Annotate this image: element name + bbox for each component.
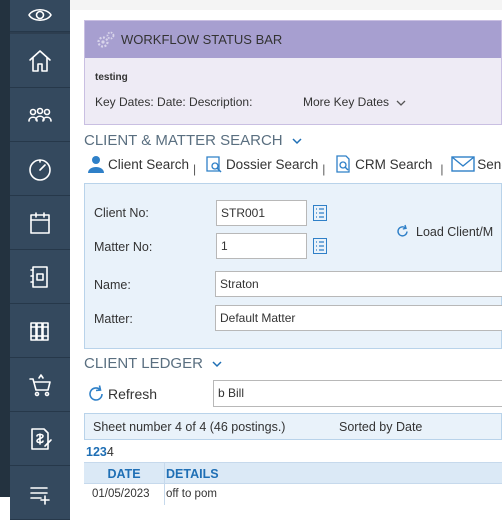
matter-no-label: Matter No: xyxy=(94,240,153,254)
client-search-label: Client Search xyxy=(108,156,190,172)
cart-icon xyxy=(29,373,51,396)
sidebar-item-home[interactable] xyxy=(10,34,70,88)
sidebar-item-people[interactable] xyxy=(10,88,70,142)
sorted-by-text: Sorted by Date xyxy=(339,420,423,434)
load-client-matter-button[interactable]: Load Client/M xyxy=(395,224,493,239)
page-link-1[interactable]: 1 xyxy=(86,445,93,459)
table-row[interactable]: 01/05/2023 off to pom xyxy=(84,485,502,505)
top-strip xyxy=(70,0,502,10)
search-toolbar: Client Search | Dossier Search | CRM Sea… xyxy=(86,155,502,176)
crm-search-link[interactable]: CRM Search xyxy=(333,155,432,173)
sidebar-item-cart[interactable] xyxy=(10,358,70,412)
name-field[interactable]: Straton xyxy=(215,271,502,297)
client-matter-search-header[interactable]: CLIENT & MATTER SEARCH xyxy=(84,132,303,149)
separator: | xyxy=(440,162,444,176)
library-icon xyxy=(30,321,49,341)
send-email-link[interactable]: Send e xyxy=(451,155,502,173)
load-client-matter-label: Load Client/M xyxy=(416,224,494,239)
send-email-label: Send e xyxy=(477,156,502,172)
refresh-button[interactable]: Refresh xyxy=(86,384,157,404)
client-no-field[interactable]: STR001 xyxy=(216,200,307,226)
page-current: 4 xyxy=(106,445,114,459)
client-matter-panel: Client No: STR001 Matter No: 1 Load Clie… xyxy=(84,183,502,349)
matter-no-field[interactable]: 1 xyxy=(216,233,307,259)
sidebar-item-calendar[interactable] xyxy=(10,196,70,250)
list-add-icon xyxy=(30,486,50,505)
chevron-down-icon xyxy=(396,100,406,106)
ledger-table-header: DATE DETAILS xyxy=(84,462,502,485)
workflow-title: WORKFLOW STATUS BAR xyxy=(121,32,283,47)
email-icon xyxy=(451,156,475,172)
separator: | xyxy=(322,162,326,176)
person-icon xyxy=(88,156,104,173)
matter-field[interactable]: Default Matter xyxy=(215,305,502,331)
document-icon xyxy=(30,265,48,288)
sidebar-item-documents[interactable] xyxy=(10,250,70,304)
dossier-search-label: Dossier Search xyxy=(225,156,319,172)
column-header-date[interactable]: DATE xyxy=(84,467,164,481)
page-link-2[interactable]: 2 xyxy=(93,445,100,459)
client-matter-search-title: CLIENT & MATTER SEARCH xyxy=(84,132,283,149)
list-icon[interactable] xyxy=(313,238,327,254)
more-key-dates-label: More Key Dates xyxy=(303,95,390,109)
sidebar xyxy=(0,0,70,520)
column-divider xyxy=(164,485,165,505)
more-key-dates-button[interactable]: More Key Dates xyxy=(303,95,406,109)
dossier-search-link[interactable]: Dossier Search xyxy=(204,155,318,173)
list-icon[interactable] xyxy=(313,205,327,221)
sidebar-item-list[interactable] xyxy=(10,466,70,520)
refresh-icon xyxy=(89,385,103,401)
refresh-label: Refresh xyxy=(108,386,158,402)
refresh-icon xyxy=(397,224,408,237)
client-no-label: Client No: xyxy=(94,206,149,220)
column-header-details[interactable]: DETAILS xyxy=(166,467,219,481)
client-search-link[interactable]: Client Search xyxy=(86,155,189,173)
client-ledger-title: CLIENT LEDGER xyxy=(84,355,203,372)
crm-search-icon xyxy=(336,155,350,173)
name-label: Name: xyxy=(94,278,131,292)
sidebar-edge xyxy=(0,0,10,497)
people-icon xyxy=(28,107,52,122)
calendar-icon xyxy=(30,211,50,234)
client-ledger-header[interactable]: CLIENT LEDGER xyxy=(84,355,223,372)
eye-icon xyxy=(28,8,52,21)
pagination: 1234 xyxy=(86,445,114,459)
gears-icon xyxy=(97,31,115,48)
sheet-number-text: Sheet number 4 of 4 (46 postings.) xyxy=(93,420,286,434)
matter-label: Matter: xyxy=(94,312,133,326)
workflow-subtitle: testing xyxy=(95,72,128,83)
key-dates-label: Key Dates: Date: Description: xyxy=(95,95,253,109)
crm-search-label: CRM Search xyxy=(355,156,433,172)
sidebar-item-view[interactable] xyxy=(10,0,70,32)
workflow-header: WORKFLOW STATUS BAR xyxy=(85,21,501,58)
dashboard-icon xyxy=(29,158,51,181)
sheet-info-bar: Sheet number 4 of 4 (46 postings.) Sorte… xyxy=(84,413,502,440)
sidebar-item-dashboard[interactable] xyxy=(10,142,70,196)
dossier-search-icon xyxy=(206,156,222,173)
column-divider xyxy=(164,463,165,485)
workflow-status-bar: WORKFLOW STATUS BAR testing Key Dates: D… xyxy=(84,20,502,125)
sidebar-item-billing[interactable] xyxy=(10,412,70,466)
page-link-3[interactable]: 3 xyxy=(100,445,107,459)
separator: | xyxy=(193,162,197,176)
chevron-down-icon xyxy=(212,361,222,368)
row-date: 01/05/2023 xyxy=(92,488,150,500)
home-icon xyxy=(29,49,51,72)
sidebar-item-library[interactable] xyxy=(10,304,70,358)
chevron-down-icon xyxy=(292,138,302,145)
billing-icon xyxy=(31,427,52,450)
bill-filter-field[interactable]: b Bill xyxy=(213,380,502,407)
row-details: off to pom xyxy=(166,488,217,500)
